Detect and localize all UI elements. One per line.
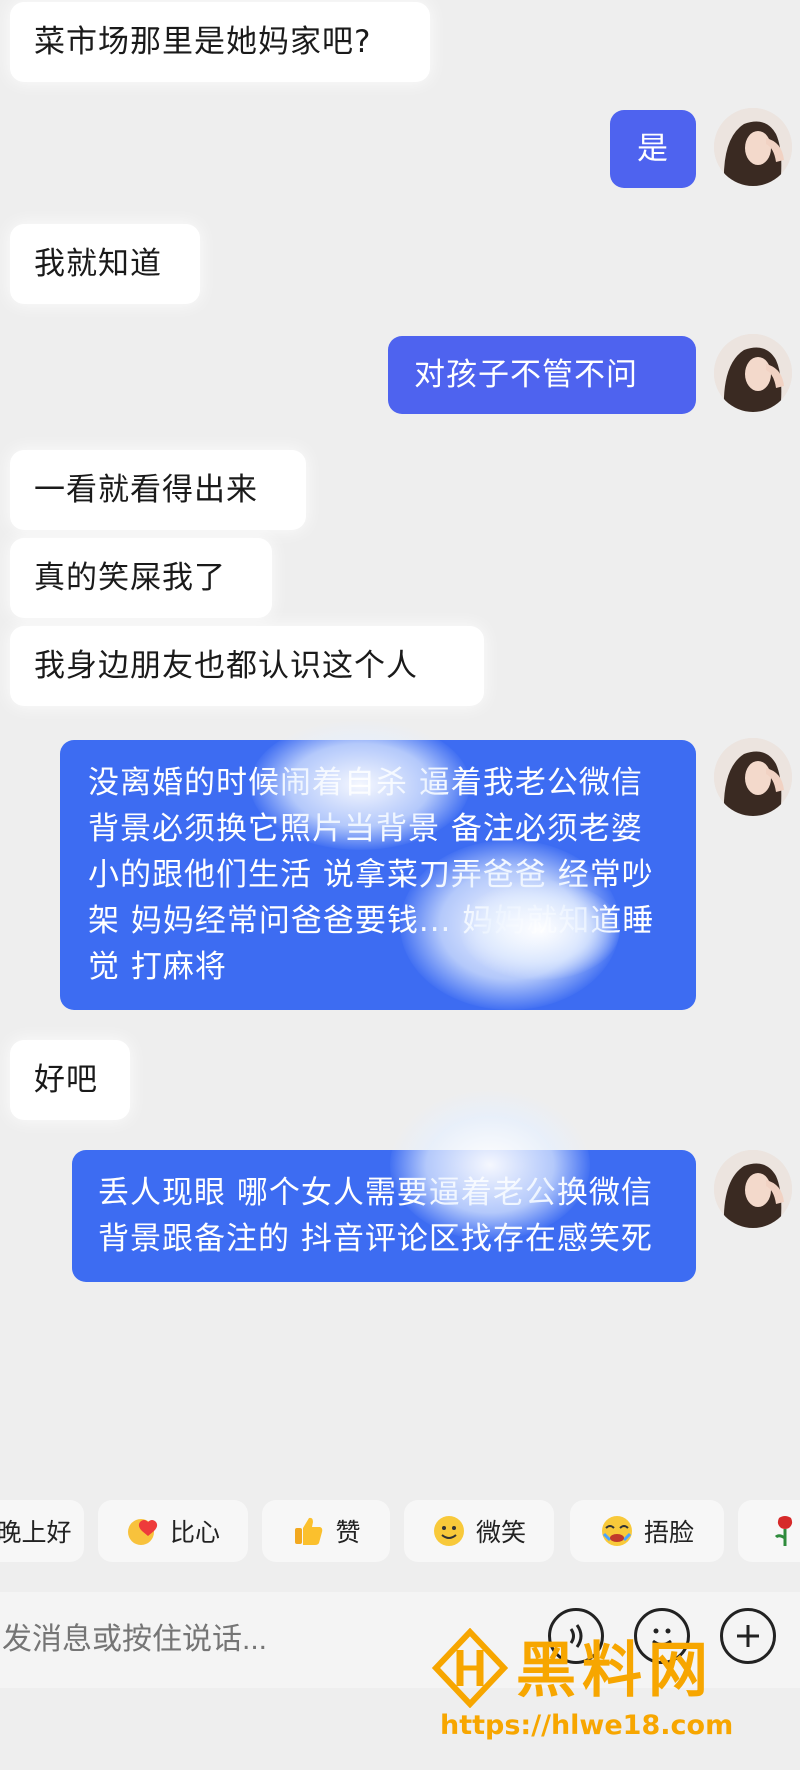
message-text: 真的笑屎我了 [34, 560, 226, 596]
watermark-brand: 黑料网 [516, 1636, 714, 1706]
reaction-label: 捂脸 [643, 1518, 694, 1547]
user-avatar[interactable] [714, 1150, 792, 1228]
message-text: 一看就看得出来 [34, 472, 258, 508]
incoming-message[interactable]: 我就知道 [10, 224, 200, 304]
message-text: 我就知道 [34, 246, 162, 282]
reaction-label: 比心 [169, 1518, 220, 1547]
message-text: 是 [637, 131, 669, 167]
rose-icon [774, 1516, 793, 1546]
outgoing-message[interactable]: 丢人现眼 哪个女人需要逼着老公换微信背景跟备注的 抖音评论区找存在感笑死 [72, 1150, 696, 1282]
chat-area: 菜市场那里是她妈家吧? 是 我就知道 对孩子不管不问 一看就看得出来 真的笑屎我… [0, 0, 800, 1490]
incoming-message[interactable]: 真的笑屎我了 [10, 538, 272, 618]
message-text: 我身边朋友也都认识这个人 [34, 648, 418, 684]
message-text: 对孩子不管不问 [414, 357, 638, 393]
user-avatar[interactable] [714, 334, 792, 412]
incoming-message[interactable]: 菜市场那里是她妈家吧? [10, 2, 430, 82]
message-text: 好吧 [34, 1062, 98, 1098]
reaction-rose[interactable] [738, 1500, 800, 1562]
outgoing-message[interactable]: 是 [610, 110, 696, 188]
reaction-smile[interactable]: 微笑 [404, 1500, 554, 1562]
watermark-logo [431, 1628, 509, 1708]
reaction-good-evening[interactable]: 晚上好 [0, 1500, 84, 1562]
watermark-url: https://hlwe18.com [440, 1710, 734, 1741]
user-avatar[interactable] [714, 108, 792, 186]
reaction-label: 晚上好 [0, 1518, 72, 1547]
reaction-facepalm[interactable]: 捂脸 [570, 1500, 724, 1562]
thumbs-up-icon [295, 1517, 323, 1545]
user-avatar[interactable] [714, 738, 792, 816]
incoming-message[interactable]: 好吧 [10, 1040, 130, 1120]
message-text: 菜市场那里是她妈家吧? [34, 24, 372, 60]
outgoing-message[interactable]: 没离婚的时候闹着自杀 逼着我老公微信背景必须换它照片当背景 备注必须老婆 小的跟… [60, 740, 696, 1010]
quick-reactions-bar: 晚上好 比心 赞 微笑 捂脸 [0, 1500, 800, 1570]
smile-icon [433, 1516, 464, 1546]
message-text: 丢人现眼 哪个女人需要逼着老公换微信背景跟备注的 抖音评论区找存在感笑死 [98, 1175, 653, 1257]
reaction-label: 微笑 [475, 1518, 526, 1547]
reaction-label: 赞 [335, 1518, 361, 1547]
reaction-heart-hand[interactable]: 比心 [98, 1500, 248, 1562]
message-text: 没离婚的时候闹着自杀 逼着我老公微信背景必须换它照片当背景 备注必须老婆 小的跟… [88, 765, 655, 985]
incoming-message[interactable]: 我身边朋友也都认识这个人 [10, 626, 484, 706]
heart-hand-icon [127, 1519, 158, 1545]
facepalm-icon [601, 1516, 632, 1546]
reaction-thumbs-up[interactable]: 赞 [262, 1500, 390, 1562]
incoming-message[interactable]: 一看就看得出来 [10, 450, 306, 530]
watermark: 黑料网 https://hlwe18.com [430, 1620, 800, 1750]
outgoing-message[interactable]: 对孩子不管不问 [388, 336, 696, 414]
